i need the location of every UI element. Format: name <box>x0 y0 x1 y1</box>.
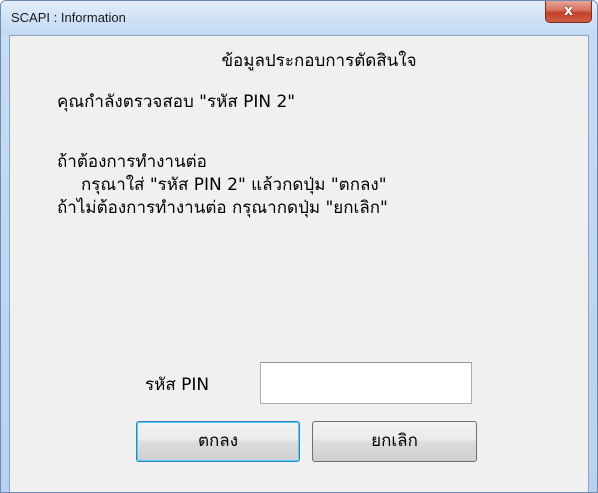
pin-label: รหัส PIN <box>145 375 210 395</box>
window-title: SCAPI : Information <box>11 10 126 25</box>
ok-button[interactable]: ตกลง <box>136 421 300 462</box>
checking-pin-message: คุณกำลังตรวจสอบ "รหัส PIN 2" <box>57 92 296 112</box>
cancel-instruction-text: ถ้าไม่ต้องการทำงานต่อ กรุณากดปุ่ม "ยกเลิ… <box>57 198 388 218</box>
dialog-window: SCAPI : Information x ข้อมูลประกอบการตัด… <box>0 0 598 493</box>
dialog-heading: ข้อมูลประกอบการตัดสินใจ <box>221 51 417 71</box>
title-bar[interactable]: SCAPI : Information x <box>1 1 597 35</box>
close-button[interactable]: x <box>545 1 592 23</box>
cancel-button[interactable]: ยกเลิก <box>312 421 477 462</box>
pin-input[interactable] <box>260 362 472 404</box>
close-icon: x <box>563 3 574 19</box>
